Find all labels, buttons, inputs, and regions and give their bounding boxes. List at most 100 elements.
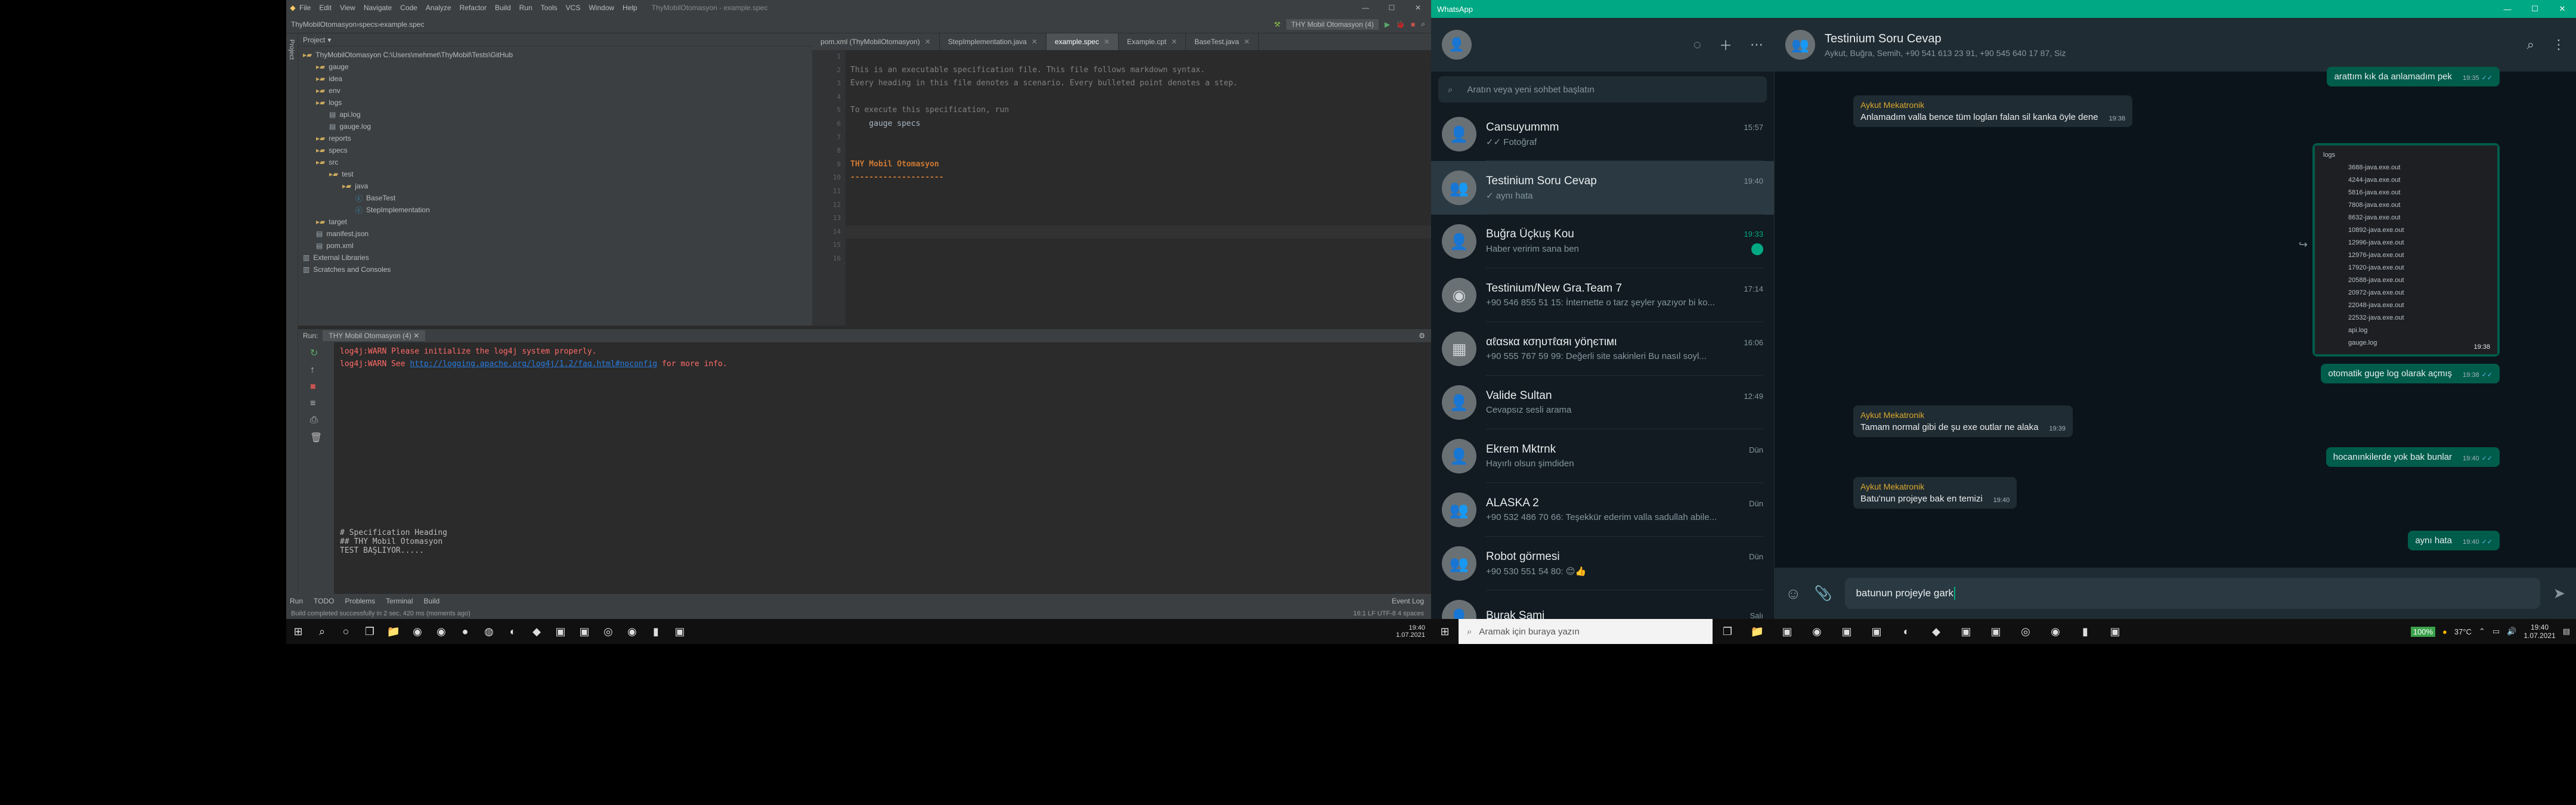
tree-item[interactable]: ▤ manifest.json bbox=[298, 228, 812, 240]
chat-list-item[interactable]: ◉ Testinium/New Gra.Team 7 17:14 +90 546 85… bbox=[1431, 268, 1774, 322]
editor-content[interactable]: This is an executable specification file… bbox=[846, 50, 1431, 326]
rerun-icon[interactable]: ↻ bbox=[310, 347, 334, 359]
windows-icon[interactable]: ⊞ bbox=[286, 619, 310, 644]
avatar[interactable]: 👤 bbox=[1442, 117, 1476, 151]
editor-tab[interactable]: pom.xml (ThyMobilOtomasyon) ✕ bbox=[812, 33, 940, 50]
breadcrumb-item[interactable]: specs bbox=[359, 20, 377, 29]
chat-list-item[interactable]: 👥 Robot görmesi Dün +90 530 551 54 80: 😊👍 bbox=[1431, 537, 1774, 590]
obs-icon[interactable]: ● bbox=[453, 619, 477, 644]
message-bubble[interactable]: hocanınkilerde yok bak bunlar 19:40 ✓✓ bbox=[2326, 447, 2500, 467]
intellij-icon[interactable]: ◆ bbox=[1921, 619, 1951, 644]
taskbar-search-input[interactable]: ⌕ Aramak için buraya yazın bbox=[1459, 619, 1713, 644]
breadcrumb-item[interactable]: example.spec bbox=[380, 20, 424, 29]
message-bubble[interactable]: arattım kık da anlamadım pek 19:35 ✓✓ bbox=[2327, 67, 2500, 86]
console-output[interactable]: log4j:WARN Please initialize the log4j s… bbox=[334, 342, 1431, 594]
stop-icon[interactable]: ■ bbox=[310, 382, 334, 392]
notification-icon[interactable]: ▤ bbox=[2563, 627, 2570, 636]
maximize-icon[interactable]: ☐ bbox=[2521, 4, 2549, 14]
edge-icon[interactable]: ◐ bbox=[1891, 619, 1921, 644]
run-icon[interactable]: ▶ bbox=[1385, 20, 1390, 29]
event-log-button[interactable]: Event Log bbox=[1392, 597, 1424, 605]
minimize-icon[interactable]: — bbox=[1352, 4, 1379, 12]
app-icon[interactable]: ▣ bbox=[549, 619, 572, 644]
menu-item-run[interactable]: Run bbox=[519, 4, 532, 12]
menu-item-view[interactable]: View bbox=[340, 4, 355, 12]
windows-icon[interactable]: ⊞ bbox=[1431, 619, 1459, 644]
bottom-tab-problems[interactable]: Problems bbox=[345, 597, 375, 605]
editor-tab[interactable]: Example.cpt ✕ bbox=[1119, 33, 1187, 50]
tree-item[interactable]: ▸▰ env bbox=[298, 85, 812, 97]
menu-item-window[interactable]: Window bbox=[589, 4, 614, 12]
bottom-tab-todo[interactable]: TODO bbox=[314, 597, 334, 605]
taskbar-right-clock[interactable]: 19:40 1.07.2021 bbox=[2524, 623, 2555, 640]
tree-item[interactable]: ▸▰ java bbox=[298, 180, 812, 192]
close-icon[interactable]: ✕ bbox=[2549, 4, 2576, 14]
cortana-icon[interactable]: ○ bbox=[334, 619, 358, 644]
close-icon[interactable]: ✕ bbox=[1244, 38, 1250, 46]
weather-temp[interactable]: 37°C bbox=[2454, 627, 2472, 636]
avatar[interactable]: ◉ bbox=[1442, 278, 1476, 312]
print-icon[interactable]: ⎙ bbox=[310, 415, 334, 426]
chrome-icon[interactable]: ◉ bbox=[1802, 619, 1832, 644]
menu-item-analyze[interactable]: Analyze bbox=[426, 4, 451, 12]
close-icon[interactable]: ✕ bbox=[925, 38, 931, 46]
menu-item-navigate[interactable]: Navigate bbox=[364, 4, 392, 12]
emoji-icon[interactable]: ☺ bbox=[1785, 584, 1801, 603]
message-bubble[interactable]: Aykut Mekatronik Batu'nun projeye bak en … bbox=[1853, 477, 2017, 509]
menu-item-help[interactable]: Help bbox=[623, 4, 637, 12]
conversation-info[interactable]: Testinium Soru Cevap Aykut, Buğra, Semih… bbox=[1825, 32, 2066, 58]
stop-icon[interactable]: ■ bbox=[1411, 20, 1415, 29]
app-icon[interactable]: ▣ bbox=[1981, 619, 2011, 644]
tree-item[interactable]: ▸▰ src bbox=[298, 156, 812, 168]
console-link[interactable]: http://logging.apache.org/log4j/1.2/faq.… bbox=[410, 360, 657, 369]
tree-item[interactable]: ▸▰ gauge bbox=[298, 61, 812, 73]
editor-tab[interactable]: BaseTest.java ✕ bbox=[1186, 33, 1259, 50]
menu-item-code[interactable]: Code bbox=[400, 4, 417, 12]
explorer-icon[interactable]: 📁 bbox=[382, 619, 405, 644]
project-tool-button[interactable]: Project bbox=[288, 39, 295, 60]
avatar[interactable]: 👤 bbox=[1442, 30, 1472, 60]
bottom-tab-terminal[interactable]: Terminal bbox=[386, 597, 413, 605]
avatar[interactable]: 👤 bbox=[1442, 224, 1476, 259]
message-input[interactable]: batunun projeyle gark bbox=[1845, 578, 2540, 609]
close-icon[interactable]: ✕ bbox=[1032, 38, 1038, 46]
app-icon[interactable]: ▣ bbox=[668, 619, 692, 644]
tree-item[interactable]: ▸▰ logs bbox=[298, 97, 812, 109]
search-input[interactable]: ⌕ Aratın veya yeni sohbet başlatın bbox=[1438, 76, 1767, 103]
explorer-icon[interactable]: 📁 bbox=[1742, 619, 1772, 644]
minimize-icon[interactable]: — bbox=[2494, 5, 2521, 14]
tree-item[interactable]: ⓒ StepImplementation bbox=[298, 204, 812, 216]
message-sender[interactable]: Aykut Mekatronik bbox=[1860, 410, 2066, 420]
message-bubble[interactable]: aynı hata 19:40 ✓✓ bbox=[2408, 531, 2500, 550]
status-icon[interactable]: ◌ bbox=[1693, 37, 1701, 52]
tree-item[interactable]: ▥ Scratches and Consoles bbox=[298, 264, 812, 275]
menu-item-vcs[interactable]: VCS bbox=[566, 4, 581, 12]
tree-item[interactable]: ▸▰ idea bbox=[298, 73, 812, 85]
volume-icon[interactable]: 🔊 bbox=[2507, 627, 2516, 636]
editor-tab[interactable]: StepImplementation.java ✕ bbox=[940, 33, 1046, 50]
forward-icon[interactable]: ↪ bbox=[2299, 239, 2308, 251]
steam-icon[interactable]: ◎ bbox=[596, 619, 620, 644]
search-icon[interactable]: ⌕ bbox=[310, 619, 334, 644]
chat-list-item[interactable]: ▦ αℓαѕкα кσηυтℓαяι уöηєтιмι 16:06 +90 555 7… bbox=[1431, 322, 1774, 376]
wrap-icon[interactable]: ≡ bbox=[310, 398, 334, 409]
message-bubble[interactable]: Aykut Mekatronik Tamam normal gibi de şu … bbox=[1853, 405, 2073, 437]
menu-item-build[interactable]: Build bbox=[495, 4, 511, 12]
avatar[interactable]: ▦ bbox=[1442, 332, 1476, 366]
tor-icon[interactable]: ◍ bbox=[477, 619, 501, 644]
menu-icon[interactable]: ⋮ bbox=[2552, 37, 2565, 52]
chevron-up-icon[interactable]: ⌃ bbox=[2479, 627, 2485, 636]
chat-list-item[interactable]: 👥 ALASKA 2 Dün +90 532 486 70 66: Teşekkür … bbox=[1431, 483, 1774, 537]
run-config-select[interactable]: THY Mobil Otomasyon (4) bbox=[1286, 18, 1379, 30]
tree-item[interactable]: ▸▰ test bbox=[298, 168, 812, 180]
trash-icon[interactable]: 🗑 bbox=[310, 432, 334, 444]
tree-item[interactable]: ▤ gauge.log bbox=[298, 120, 812, 132]
tree-item[interactable]: ▸▰ ThyMobilOtomasyon C:\Users\mehmet\ThyM… bbox=[298, 49, 812, 61]
tree-item[interactable]: ▥ External Libraries bbox=[298, 252, 812, 264]
chat-list-item[interactable]: 👤 Buğra Üçkuş Kou 19:33 Haber veririm sana … bbox=[1431, 215, 1774, 268]
group-avatar[interactable]: 👥 bbox=[1785, 30, 1815, 60]
arrow-up-icon[interactable]: ↑ bbox=[310, 365, 334, 376]
image-message[interactable]: logs 3688-java.exe.out 4244-java.exe.out 58… bbox=[2312, 143, 2500, 357]
avatar[interactable]: 👥 bbox=[1442, 546, 1476, 581]
chat-list-item[interactable]: 👤 Ekrem Mktrnk Dün Hayırlı olsun şimdiden bbox=[1431, 429, 1774, 483]
